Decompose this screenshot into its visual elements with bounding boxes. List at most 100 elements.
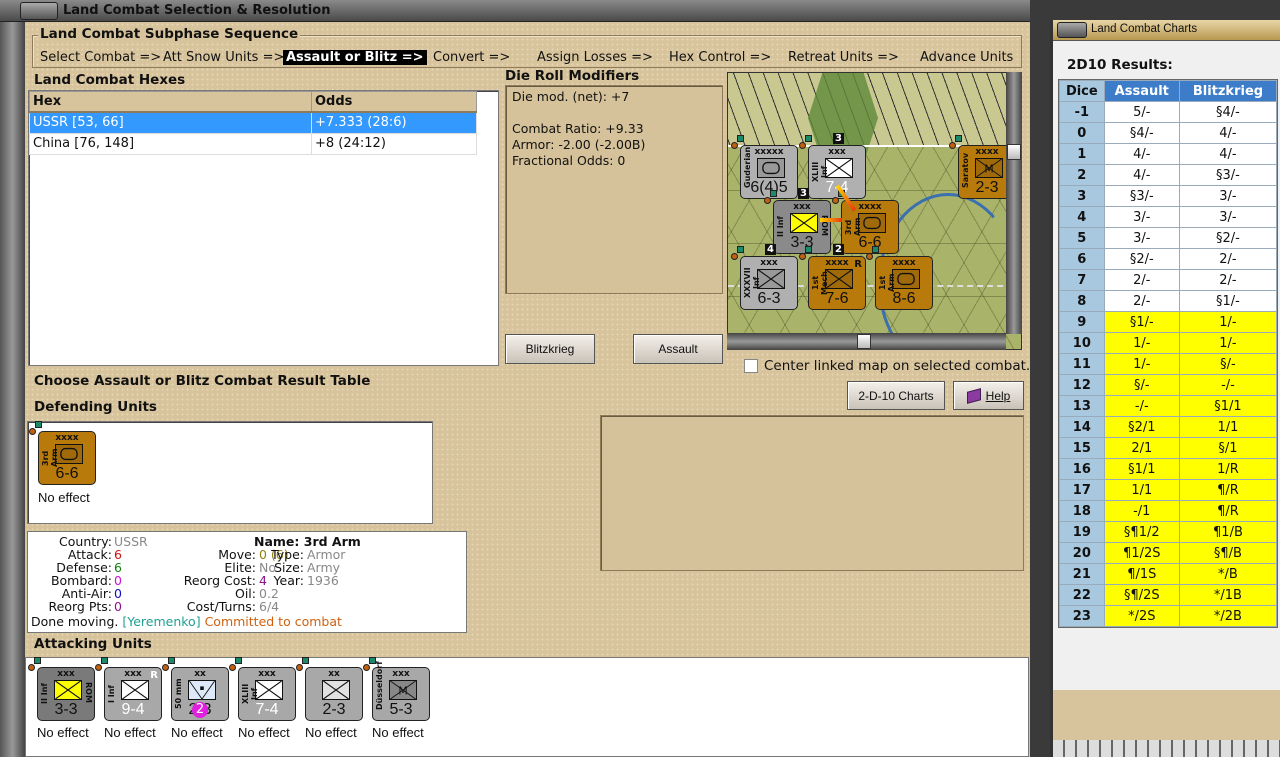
crt-result: ¶/1S [1103, 563, 1180, 585]
crt-dice: 22 [1059, 584, 1105, 606]
modifier-line [512, 105, 716, 121]
status-dot [737, 135, 744, 142]
crt-dice: 2 [1059, 164, 1105, 186]
crt-result: */B [1178, 563, 1278, 585]
hexes-list[interactable]: Hex Odds USSR [53, 66] +7.333 (28:6) China … [28, 90, 499, 366]
unit-counter[interactable]: xxx XXXVII Inf 6-3 [740, 256, 798, 310]
status-dot [805, 246, 812, 253]
defending-title: Defending Units [34, 399, 157, 415]
unit-counter[interactable]: xxxx 1st Arm 8-6 [875, 256, 933, 310]
crt-result: 2/- [1103, 269, 1180, 291]
crt-result: §¶/2S [1103, 584, 1180, 606]
crt-result: 1/- [1103, 353, 1180, 375]
crt-result: §2/- [1103, 248, 1180, 270]
unit-counter[interactable]: xxxXLIII Inf7-4 [238, 667, 296, 721]
scroll-thumb[interactable] [1007, 144, 1021, 160]
subphase-step: Assign Losses => [537, 50, 653, 65]
unit-counter[interactable]: xxx II Inf ROM 3-3 [37, 667, 95, 721]
svg-text:M: M [398, 685, 407, 698]
charts-titlebar[interactable]: Land Combat Charts [1053, 20, 1280, 41]
unit-type-icon [757, 158, 785, 178]
crt-result: §3/- [1103, 185, 1180, 207]
unit-counter[interactable]: xxx II Inf ROM 3-3 [773, 200, 831, 254]
unit-counter[interactable]: xx 2-3 [305, 667, 363, 721]
window-titlebar[interactable]: Land Combat Selection & Resolution [0, 0, 1030, 22]
reorgpts-key: Reorg Pts: [48, 599, 112, 614]
unit-counter[interactable]: xxx M Düsseldorf 5-3 [372, 661, 430, 721]
col-hex[interactable]: Hex [29, 91, 312, 113]
attacking-title: Attacking Units [34, 636, 152, 652]
crt-dice: 9 [1059, 311, 1105, 333]
unit-side: ROM [84, 682, 93, 703]
crt-row: 19 §¶1/2 ¶1/B [1059, 521, 1278, 543]
unit-type-icon [858, 213, 886, 233]
col-assault: Assault [1103, 80, 1180, 102]
unit-type-icon [757, 269, 785, 289]
help-label: Help [985, 388, 1011, 403]
unit-counter[interactable]: xxxx 3rd Arm 6-6 [38, 431, 96, 485]
map-horizontal-scrollbar[interactable] [727, 333, 1006, 350]
crt-row: 14 §2/1 1/1 [1059, 416, 1278, 438]
unit-counter[interactable]: xxxxx Guderian 6(4)5 [740, 145, 798, 199]
unit-counter[interactable]: xx50 mm2-32 [171, 667, 229, 721]
status-dot [955, 135, 962, 142]
unit-stats: 5-3 [389, 701, 413, 718]
crt-result: §/1 [1178, 437, 1278, 459]
crt-dice: 12 [1059, 374, 1105, 396]
crt-result: §1/- [1178, 290, 1278, 312]
crt-row: 13 -/- §1/1 [1059, 395, 1278, 417]
status-dot [872, 246, 879, 253]
svg-text:M: M [984, 163, 993, 176]
hex-row[interactable]: USSR [53, 66] +7.333 (28:6) [29, 111, 477, 134]
status-dot [866, 253, 873, 260]
center-map-checkbox[interactable] [744, 359, 758, 373]
crt-result: §/- [1178, 353, 1278, 375]
status-dot [168, 657, 175, 664]
unit-stats: 7-6 [825, 290, 849, 307]
help-button[interactable]: Help [953, 381, 1024, 410]
status-text: Done moving. [31, 614, 119, 629]
unit-type-icon [790, 213, 818, 233]
modifier-line: Fractional Odds: 0 [512, 153, 626, 168]
status-dot [832, 197, 839, 204]
unit-counter[interactable]: xxx I Inf R 9-4 [104, 667, 162, 721]
unit-type-icon [255, 680, 283, 700]
crt-row: 8 2/- §1/- [1059, 290, 1278, 312]
crt-dice: 3 [1059, 185, 1105, 207]
status-dot [101, 657, 108, 664]
scroll-thumb[interactable] [857, 334, 871, 349]
status-dot [731, 142, 738, 149]
crt-row: 11 1/- §/- [1059, 353, 1278, 375]
unit-type-icon: M [975, 158, 1003, 178]
crt-result: 4/- [1178, 143, 1278, 165]
linked-map[interactable]: xxxxxGuderian6(4)5xxxXLIII Inf7-43xxxxMS… [727, 72, 1022, 350]
unit-counter[interactable]: xxxXLIII Inf7-4 [808, 145, 866, 199]
crt-row: 12 §/- -/- [1059, 374, 1278, 396]
unit-type-icon [825, 269, 853, 289]
hex-row[interactable]: China [76, 148] +8 (24:12) [29, 132, 477, 155]
assault-button[interactable]: Assault [633, 334, 723, 364]
status-dot [949, 142, 956, 149]
charts-menu-button[interactable] [1057, 22, 1087, 38]
unit-stats: 8-6 [892, 290, 916, 307]
crt-row: 9 §1/- 1/- [1059, 311, 1278, 333]
unit-result: No effect [372, 725, 424, 740]
modifiers-box: Die mod. (net): +7 Combat Ratio: +9.33 Arm… [505, 85, 723, 294]
modifiers-title: Die Roll Modifiers [505, 68, 640, 84]
crt-row: 15 2/1 §/1 [1059, 437, 1278, 459]
window-menu-button[interactable] [20, 2, 58, 20]
charts-button[interactable]: 2-D-10 Charts [847, 381, 945, 410]
map-vertical-scrollbar[interactable] [1006, 72, 1022, 334]
crt-dice: 17 [1059, 479, 1105, 501]
col-odds[interactable]: Odds [311, 91, 477, 113]
unit-counter[interactable]: xxxx 1st Mech R 7-6 [808, 256, 866, 310]
crt-dice: 8 [1059, 290, 1105, 312]
subphase-title: Land Combat Subphase Sequence [38, 26, 301, 42]
charts-window: Land Combat Charts 2D10 Results: Dice Ass… [1050, 20, 1280, 757]
crt-dice: 20 [1059, 542, 1105, 564]
status-dot [302, 657, 309, 664]
crt-row: -1 5/- §4/- [1059, 101, 1278, 123]
attacking-units-box: xxx II Inf ROM 3-3 No effect xxx I Inf R 9-4 No e… [25, 657, 1029, 757]
blitzkrieg-button[interactable]: Blitzkrieg [505, 334, 595, 364]
unit-stats: 6-6 [55, 465, 79, 482]
